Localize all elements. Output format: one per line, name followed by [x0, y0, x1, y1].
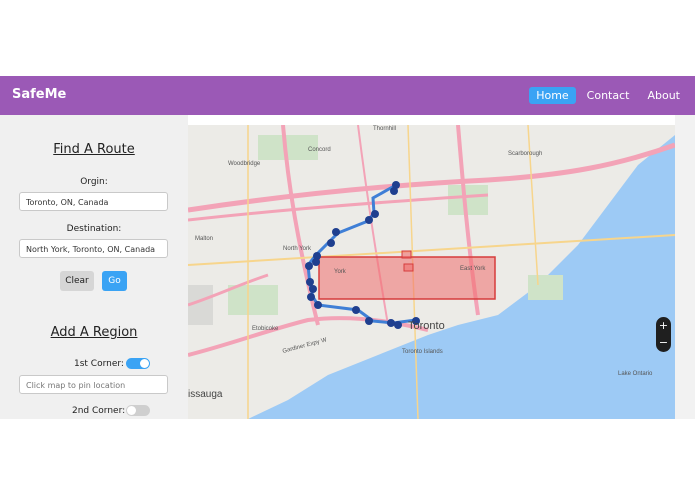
map-label: Concord — [308, 147, 331, 153]
nav-menu: Home Contact About — [525, 87, 687, 104]
park-area — [228, 285, 278, 315]
map-label: Gardiner Expy W — [282, 337, 328, 355]
route-point — [312, 258, 320, 266]
map-label: Malton — [195, 236, 213, 242]
route-point — [306, 278, 314, 286]
corner-marker — [403, 263, 414, 272]
route-point — [371, 210, 379, 218]
nav-home[interactable]: Home — [529, 87, 576, 104]
map-label-toronto: Toronto — [408, 320, 445, 332]
brand-logo[interactable]: SafeMe — [12, 87, 66, 102]
corner-marker — [401, 250, 412, 259]
park-area — [528, 275, 563, 300]
corner2-label: 2nd Corner: — [72, 406, 126, 416]
route-point — [307, 293, 315, 301]
zoom-out-button[interactable]: − — [656, 334, 671, 351]
zoom-in-button[interactable]: + — [656, 317, 671, 334]
go-button[interactable]: Go — [102, 271, 127, 291]
nav-contact[interactable]: Contact — [580, 87, 637, 104]
nav-about[interactable]: About — [640, 87, 687, 104]
route-point — [332, 228, 340, 236]
sidebar: Find A Route Orgin: Toronto, ON, Canada … — [0, 115, 188, 419]
destination-label: Destination: — [66, 224, 122, 234]
corner1-label: 1st Corner: — [74, 359, 124, 369]
add-region-title: Add A Region — [50, 325, 138, 340]
map-label: York — [334, 269, 347, 275]
route-point — [390, 187, 398, 195]
map-label: issauga — [188, 389, 223, 400]
route-point — [365, 216, 373, 224]
corner1-location-input[interactable]: Click map to pin location — [19, 375, 168, 394]
map-label: North York — [283, 246, 312, 252]
clear-button[interactable]: Clear — [60, 271, 94, 291]
find-route-title: Find A Route — [53, 142, 135, 157]
map-label: Thornhill — [373, 126, 396, 132]
route-point — [365, 317, 373, 325]
danger-region — [318, 256, 496, 300]
destination-input[interactable]: North York, Toronto, ON, Canada — [19, 239, 168, 258]
route-point — [314, 301, 322, 309]
route-point — [305, 262, 313, 270]
route-point — [352, 306, 360, 314]
toggle-knob — [140, 359, 149, 368]
map-canvas[interactable]: Thornhill Concord Woodbridge Scarborough… — [188, 125, 675, 419]
navbar: SafeMe Home Contact About — [0, 76, 695, 115]
corner1-toggle[interactable] — [126, 358, 150, 369]
route-point — [394, 321, 402, 329]
route-point — [309, 285, 317, 293]
map-label: East York — [460, 266, 486, 272]
origin-input[interactable]: Toronto, ON, Canada — [19, 192, 168, 211]
origin-label: Orgin: — [80, 177, 108, 187]
highway — [188, 193, 489, 222]
route-point — [387, 319, 395, 327]
corner2-toggle[interactable] — [126, 405, 150, 416]
map-label: Woodbridge — [228, 161, 261, 167]
map-label: Etobicoke — [252, 326, 279, 332]
route-point — [327, 239, 335, 247]
park-area — [448, 185, 488, 215]
map-view[interactable]: Thornhill Concord Woodbridge Scarborough… — [188, 125, 675, 419]
map-label: Scarborough — [508, 151, 542, 157]
scroll-gutter — [675, 115, 695, 419]
arterial-road — [527, 125, 539, 286]
map-label: Toronto Islands — [402, 349, 443, 355]
zoom-control: + − — [656, 317, 671, 352]
toggle-knob — [127, 406, 136, 415]
map-label: Lake Ontario — [618, 371, 653, 377]
